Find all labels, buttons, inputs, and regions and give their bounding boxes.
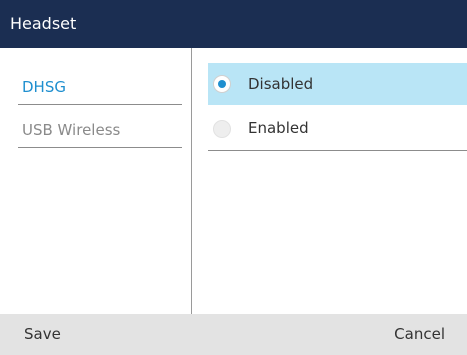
option-label: Enabled — [248, 119, 309, 137]
softkey-bar: Save Cancel — [0, 314, 467, 355]
radio-selected-icon[interactable] — [213, 75, 231, 93]
cancel-button[interactable]: Cancel — [394, 314, 445, 355]
left-menu: DHSG USB Wireless — [0, 48, 192, 314]
menu-item-dhsg[interactable]: DHSG — [18, 69, 182, 105]
menu-item-label: USB Wireless — [22, 121, 121, 139]
option-label: Disabled — [248, 75, 314, 93]
page-title: Headset — [10, 14, 77, 33]
radio-dot-icon — [218, 80, 226, 88]
option-disabled[interactable]: Disabled — [208, 63, 467, 105]
content-area: DHSG USB Wireless Disabled Enabled — [0, 48, 467, 314]
options-pane: Disabled Enabled — [193, 48, 467, 314]
title-bar: Headset — [0, 0, 467, 48]
option-enabled[interactable]: Enabled — [208, 107, 467, 151]
menu-item-label: DHSG — [22, 78, 66, 96]
save-button[interactable]: Save — [24, 314, 61, 355]
radio-unselected-icon[interactable] — [213, 120, 231, 138]
menu-item-usb-wireless[interactable]: USB Wireless — [18, 112, 182, 148]
